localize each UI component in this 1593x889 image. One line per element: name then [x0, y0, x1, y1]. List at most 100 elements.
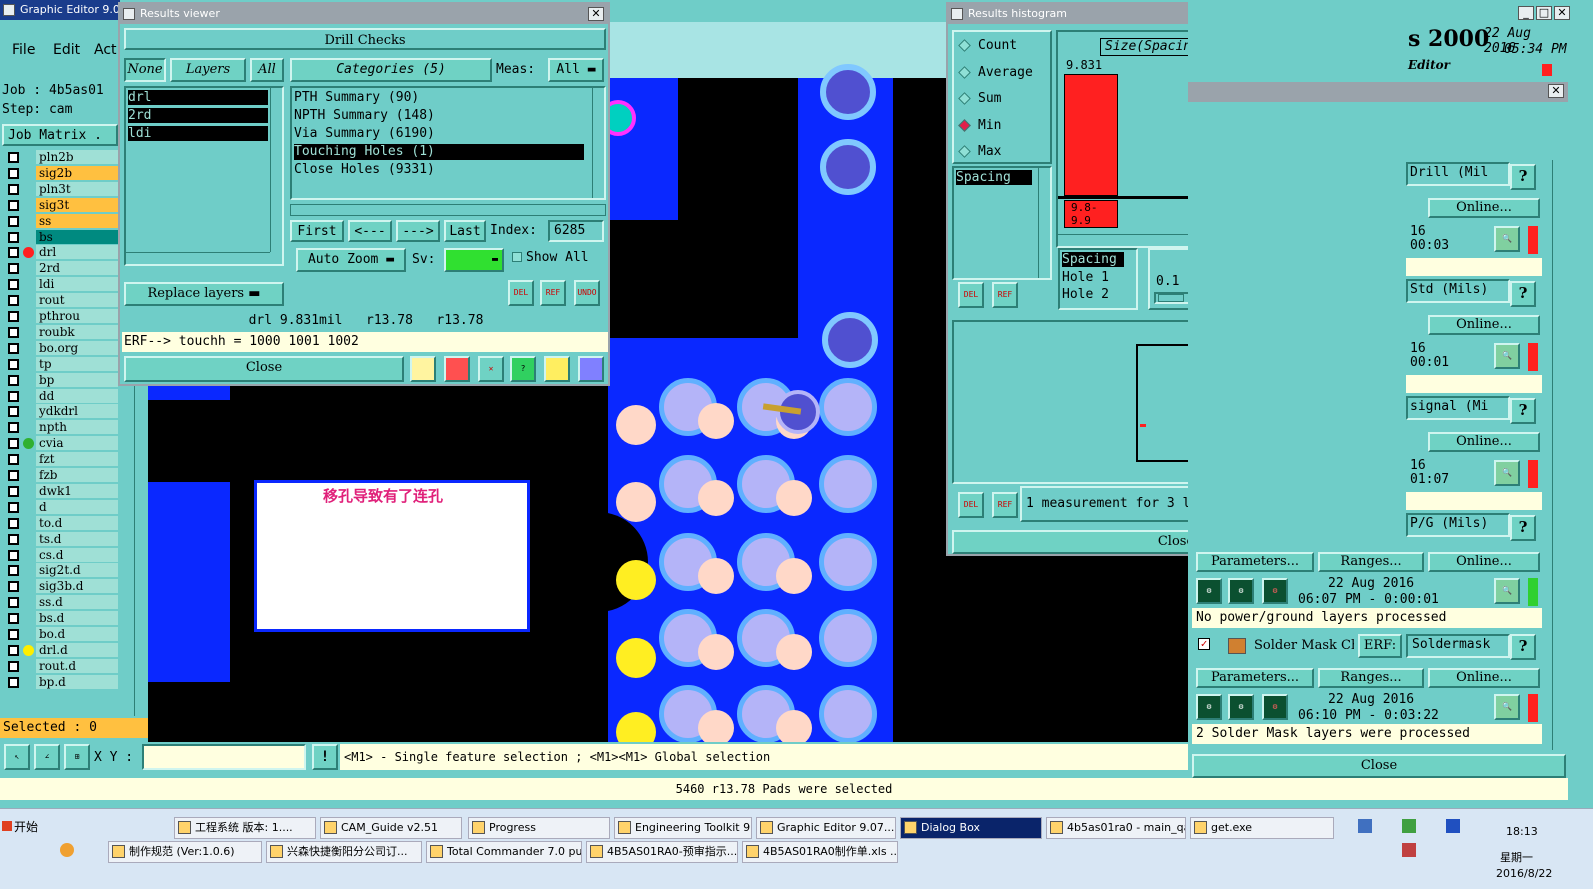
category-list[interactable]: PTH Summary (90) NPTH Summary (148) Via Su… [290, 86, 606, 200]
ranges-button[interactable]: Ranges... [1318, 668, 1424, 688]
category-hscroll[interactable] [290, 204, 606, 216]
meas-dropdown[interactable]: All ▬ [548, 58, 604, 82]
online-button[interactable]: Online... [1428, 315, 1540, 335]
layer-checkbox[interactable] [8, 581, 19, 593]
all-button[interactable]: All [250, 58, 284, 82]
taskbar-item[interactable]: Progress [468, 817, 610, 839]
table-row[interactable]: Spacing [1062, 252, 1124, 267]
check-name-field[interactable]: Std (Mils) [1406, 279, 1510, 303]
layer-row[interactable]: fzb [4, 468, 118, 483]
layer-checkbox[interactable] [8, 438, 19, 450]
peach-pad[interactable] [616, 482, 656, 522]
menu-edit[interactable]: Edit [53, 42, 80, 58]
help-button[interactable]: ? [1510, 515, 1536, 541]
list-item[interactable]: Spacing [956, 170, 1032, 185]
layer-checkbox[interactable] [8, 311, 19, 322]
layer-row[interactable]: ldi [4, 277, 118, 292]
zoom-icon[interactable]: 🔍 [1494, 694, 1520, 720]
table-row[interactable]: Hole 1 [1062, 270, 1109, 285]
list-item[interactable]: drl [128, 90, 268, 105]
category-vscroll[interactable] [592, 88, 604, 198]
del-icon[interactable]: DEL [508, 280, 534, 306]
layer-row[interactable]: bo.org [4, 340, 118, 356]
layer-row[interactable]: rout.d [4, 658, 118, 674]
layer-checkbox[interactable] [8, 295, 19, 307]
overlap-pad[interactable] [776, 480, 812, 516]
layer-checkbox[interactable] [8, 597, 19, 609]
overlap-pad[interactable] [776, 558, 812, 594]
overlap-pad[interactable] [776, 634, 812, 670]
drill-pad[interactable] [819, 685, 877, 742]
stat-option[interactable]: Max [958, 142, 1048, 162]
layers-button[interactable]: Layers [170, 58, 246, 82]
last-button[interactable]: Last [444, 220, 486, 242]
erf-cross-icon[interactable]: ✕ [478, 356, 504, 382]
overlap-pad[interactable] [698, 710, 734, 742]
help-button[interactable]: ? [1510, 634, 1536, 660]
taskbar-item[interactable]: 4B5AS01RA0-预审指示.... [586, 841, 738, 863]
layer-row[interactable]: pthrou [4, 309, 118, 324]
layer-checkbox[interactable] [8, 183, 19, 195]
select-tool-icon[interactable]: ↖ [4, 744, 30, 770]
category-item[interactable]: Via Summary (6190) [294, 126, 584, 142]
drill-pad[interactable] [819, 609, 877, 667]
layer-checkbox[interactable] [8, 374, 19, 386]
layer-row[interactable]: ydkdrl [4, 404, 118, 419]
via-pad[interactable] [820, 64, 876, 120]
layer-checkbox[interactable] [8, 263, 19, 275]
layer-list-vscroll[interactable] [270, 88, 282, 252]
layer-row[interactable]: dwk1 [4, 483, 118, 499]
layer-row[interactable]: bp [4, 372, 118, 388]
layer-row[interactable]: bs.d [4, 611, 118, 626]
spacing-list-vscroll[interactable] [1038, 168, 1050, 278]
taskbar-item[interactable]: get.exe [1190, 817, 1334, 839]
drill-pad[interactable] [819, 455, 877, 513]
run-all-icon[interactable]: ⚙ [1228, 694, 1254, 720]
layer-checkbox[interactable] [8, 422, 19, 434]
layer-checkbox[interactable] [8, 501, 19, 513]
layer-row[interactable]: tp [4, 356, 118, 372]
show-all-checkbox[interactable] [512, 252, 522, 262]
peach-pad[interactable] [616, 405, 656, 445]
layer-checkbox[interactable] [8, 454, 19, 466]
overlap-pad[interactable] [698, 480, 734, 516]
monitor-icon[interactable] [444, 356, 470, 382]
layer-row[interactable]: sig2b [4, 165, 118, 181]
layer-checkbox[interactable] [8, 406, 19, 418]
layer-list-hscroll[interactable] [126, 252, 270, 264]
layer-row[interactable]: roubk [4, 324, 118, 340]
layer-row[interactable]: cvia [4, 436, 118, 451]
online-button[interactable]: Online... [1428, 198, 1540, 218]
layer-row[interactable]: bo.d [4, 627, 118, 642]
window-close-icon[interactable]: ✕ [1554, 6, 1570, 20]
layer-checkbox[interactable] [8, 485, 19, 497]
help-icon[interactable]: ? [510, 356, 536, 382]
results-viewer-close-icon[interactable]: ✕ [588, 7, 604, 21]
list-item[interactable]: 2rd [128, 108, 268, 123]
drill-pad[interactable] [819, 378, 877, 436]
help-button[interactable]: ? [1510, 164, 1536, 190]
taskbar-item[interactable]: 4B5AS01RA0制作单.xls ... [742, 841, 898, 863]
erf-button[interactable]: ERF: [1358, 634, 1402, 658]
table-row[interactable]: Hole 2 [1062, 287, 1109, 302]
layer-select-list[interactable]: drl 2rd ldi [124, 86, 284, 266]
run-all-icon[interactable]: ⚙ [1228, 578, 1254, 604]
del-icon[interactable]: DEL [958, 492, 984, 518]
stat-option[interactable]: Min [958, 116, 1048, 136]
layer-row[interactable]: fzt [4, 452, 118, 467]
measure-tool-icon[interactable]: ∠ [34, 744, 60, 770]
layer-row[interactable]: rout [4, 293, 118, 308]
run-icon[interactable]: ⚙ [1196, 694, 1222, 720]
ref-icon[interactable]: REF [540, 280, 566, 306]
yellow-pad[interactable] [616, 712, 656, 742]
taskbar-item[interactable]: Graphic Editor 9.07... [756, 817, 896, 839]
via-pad[interactable] [822, 312, 878, 368]
warning-icon[interactable]: ! [312, 744, 338, 770]
layer-checkbox[interactable] [8, 231, 19, 243]
zoom-icon[interactable]: 🔍 [1494, 343, 1520, 369]
layer-checkbox[interactable] [8, 390, 19, 402]
layer-checkbox[interactable] [8, 644, 19, 656]
replace-layers-button[interactable]: Replace layers ▬ [124, 282, 284, 306]
category-item[interactable]: Close Holes (9331) [294, 162, 584, 178]
stop-icon[interactable]: ⚙ [1262, 694, 1288, 720]
